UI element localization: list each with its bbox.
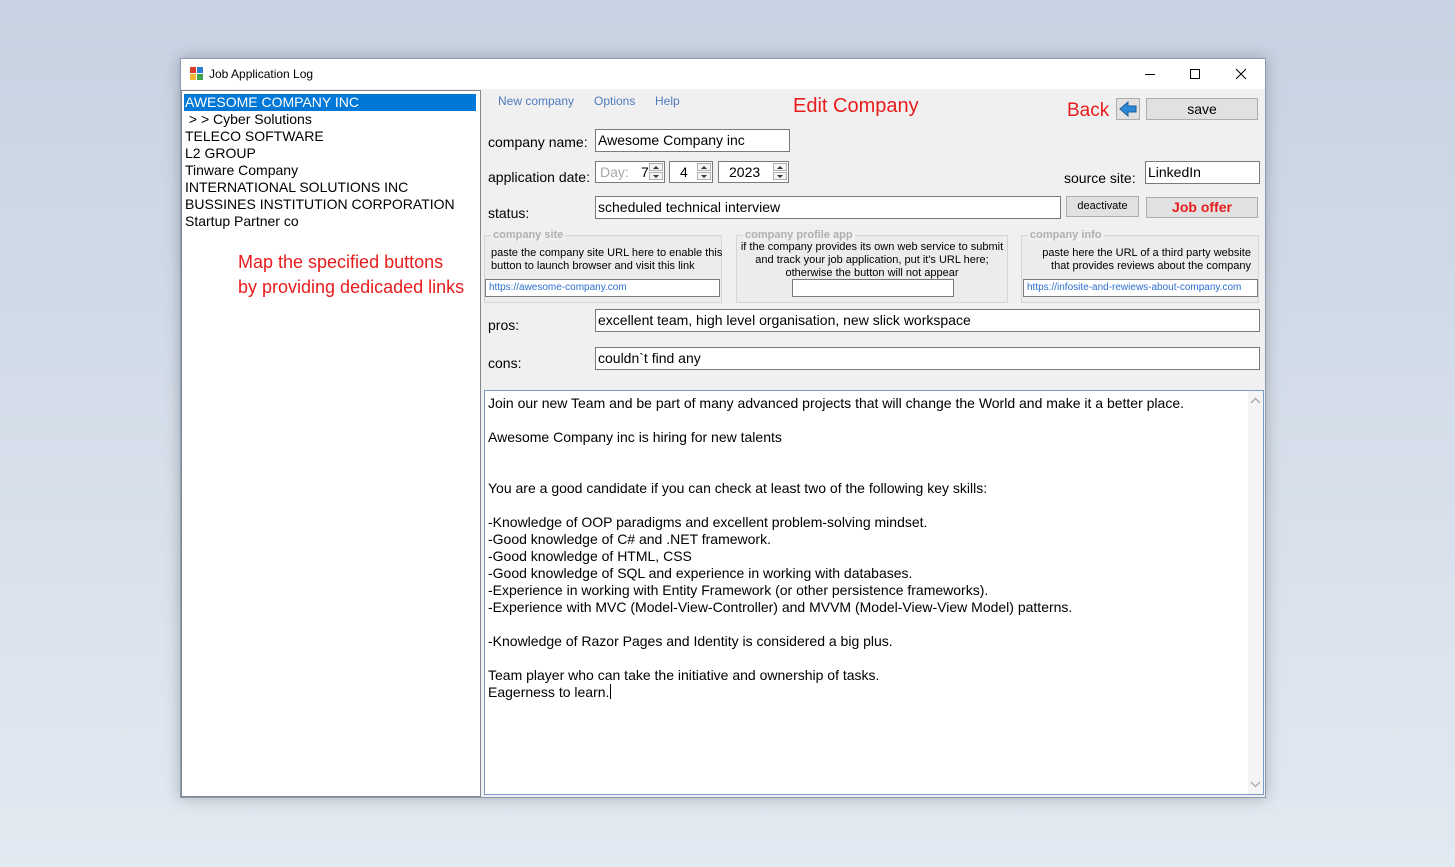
company-site-url-field[interactable]: https://awesome-company.com <box>485 279 720 297</box>
maximize-button[interactable] <box>1172 59 1218 89</box>
day-placeholder: Day: <box>600 164 629 180</box>
description-line: Join our new Team and be part of many ad… <box>488 395 1184 411</box>
scroll-down-icon[interactable] <box>1248 777 1263 791</box>
close-button[interactable] <box>1218 59 1264 89</box>
day-spinner[interactable]: Day: 7 <box>595 161 665 183</box>
description-scrollbar[interactable] <box>1248 391 1263 794</box>
company-name-field[interactable]: Awesome Company inc <box>595 129 790 152</box>
company-list-item[interactable]: > > Cyber Solutions <box>184 111 312 128</box>
status-field[interactable]: scheduled technical interview <box>595 196 1061 219</box>
chevron-down-icon <box>653 175 659 178</box>
back-label: Back <box>1067 100 1110 121</box>
pros-label: pros: <box>488 317 520 333</box>
chevron-down-icon <box>701 175 707 178</box>
chevron-up-icon <box>653 166 659 169</box>
day-value: 7 <box>641 164 649 180</box>
chevron-down-icon <box>777 175 783 178</box>
app-window: Job Application Log AWESOME COMPANY INC … <box>180 58 1266 798</box>
month-spinner[interactable]: 4 <box>669 161 713 183</box>
company-profile-app-title: company profile app <box>743 229 855 241</box>
menu-help[interactable]: Help <box>655 94 680 108</box>
company-list-item[interactable]: Tinware Company <box>184 162 298 179</box>
back-button[interactable] <box>1116 98 1140 120</box>
description-line: Team player who can take the initiative … <box>488 667 880 683</box>
year-spin-arrows[interactable] <box>773 163 787 181</box>
source-site-field[interactable]: LinkedIn <box>1145 161 1260 184</box>
save-button[interactable]: save <box>1146 98 1258 120</box>
maximize-icon <box>1190 69 1200 79</box>
menu-options[interactable]: Options <box>594 94 635 108</box>
job-offer-button[interactable]: Job offer <box>1146 197 1258 218</box>
company-info-url-field[interactable]: https://infosite-and-rewiews-about-compa… <box>1023 279 1258 297</box>
page-title: Edit Company <box>793 95 919 117</box>
text-cursor <box>610 684 612 699</box>
company-list-item[interactable]: INTERNATIONAL SOLUTIONS INC <box>184 179 408 196</box>
description-line: You are a good candidate if you can chec… <box>488 480 988 496</box>
company-profile-app-url-field[interactable] <box>792 279 954 297</box>
description-line: -Good knowledge of HTML, CSS <box>488 548 692 564</box>
description-line: -Knowledge of Razor Pages and Identity i… <box>488 633 893 649</box>
company-list-item[interactable]: L2 GROUP <box>184 145 256 162</box>
description-line-text: Eagerness to learn. <box>488 684 610 700</box>
year-spinner[interactable]: 2023 <box>718 161 789 183</box>
month-spin-arrows[interactable] <box>697 163 711 181</box>
chevron-up-icon <box>777 166 783 169</box>
minimize-icon <box>1145 74 1155 75</box>
company-list-item[interactable]: Startup Partner co <box>184 213 299 230</box>
company-info-desc-2: that provides reviews about the company <box>1051 260 1251 272</box>
description-line: -Good knowledge of SQL and experience in… <box>488 565 913 581</box>
company-list-item[interactable]: AWESOME COMPANY INC <box>184 94 476 111</box>
company-site-desc-1: paste the company site URL here to enabl… <box>491 247 723 259</box>
company-info-title: company info <box>1028 229 1104 241</box>
job-description-textarea[interactable]: Join our new Team and be part of many ad… <box>484 390 1264 795</box>
title-bar: Job Application Log <box>181 59 1265 89</box>
arrow-left-icon <box>1119 100 1137 118</box>
application-date-label: application date: <box>488 169 590 185</box>
deactivate-button[interactable]: deactivate <box>1066 196 1139 217</box>
company-profile-app-desc-1: if the company provides its own web serv… <box>740 241 1004 253</box>
company-site-desc-2: button to launch browser and visit this … <box>491 260 695 272</box>
annotation-line-2: by providing dedicaded links <box>238 277 465 297</box>
company-list-item[interactable]: TELECO SOFTWARE <box>184 128 324 145</box>
window-title: Job Application Log <box>209 67 314 81</box>
minimize-button[interactable] <box>1127 59 1173 89</box>
cons-field[interactable]: couldn`t find any <box>595 347 1260 370</box>
source-site-label: source site: <box>1064 170 1136 186</box>
close-icon <box>1235 68 1247 80</box>
menu-new-company[interactable]: New company <box>498 94 574 108</box>
chevron-up-icon <box>701 166 707 169</box>
company-name-label: company name: <box>488 134 588 150</box>
pros-field[interactable]: excellent team, high level organisation,… <box>595 309 1260 332</box>
company-list-item[interactable]: BUSSINES INSTITUTION CORPORATION <box>184 196 455 213</box>
description-line: -Experience with MVC (Model-View-Control… <box>488 599 1073 615</box>
cons-label: cons: <box>488 355 522 371</box>
company-info-desc-1: paste here the URL of a third party webs… <box>1042 247 1251 259</box>
company-site-title: company site <box>491 229 566 241</box>
day-spin-arrows[interactable] <box>649 163 663 181</box>
description-line: Awesome Company inc is hiring for new ta… <box>488 429 782 445</box>
month-value: 4 <box>680 164 688 180</box>
description-line: Eagerness to learn. <box>488 684 612 700</box>
app-icon <box>190 67 203 80</box>
company-profile-app-desc-2: and track your job application, put it's… <box>755 254 989 266</box>
year-value: 2023 <box>729 164 761 180</box>
description-line: -Good knowledge of C# and .NET framework… <box>488 531 771 547</box>
company-list[interactable]: AWESOME COMPANY INC > > Cyber Solutions … <box>181 90 481 797</box>
description-line: -Experience in working with Entity Frame… <box>488 582 989 598</box>
status-label: status: <box>488 205 530 221</box>
scroll-up-icon[interactable] <box>1248 394 1263 408</box>
description-line: -Knowledge of OOP paradigms and excellen… <box>488 514 928 530</box>
annotation-line-1: Map the specified buttons <box>238 252 444 272</box>
